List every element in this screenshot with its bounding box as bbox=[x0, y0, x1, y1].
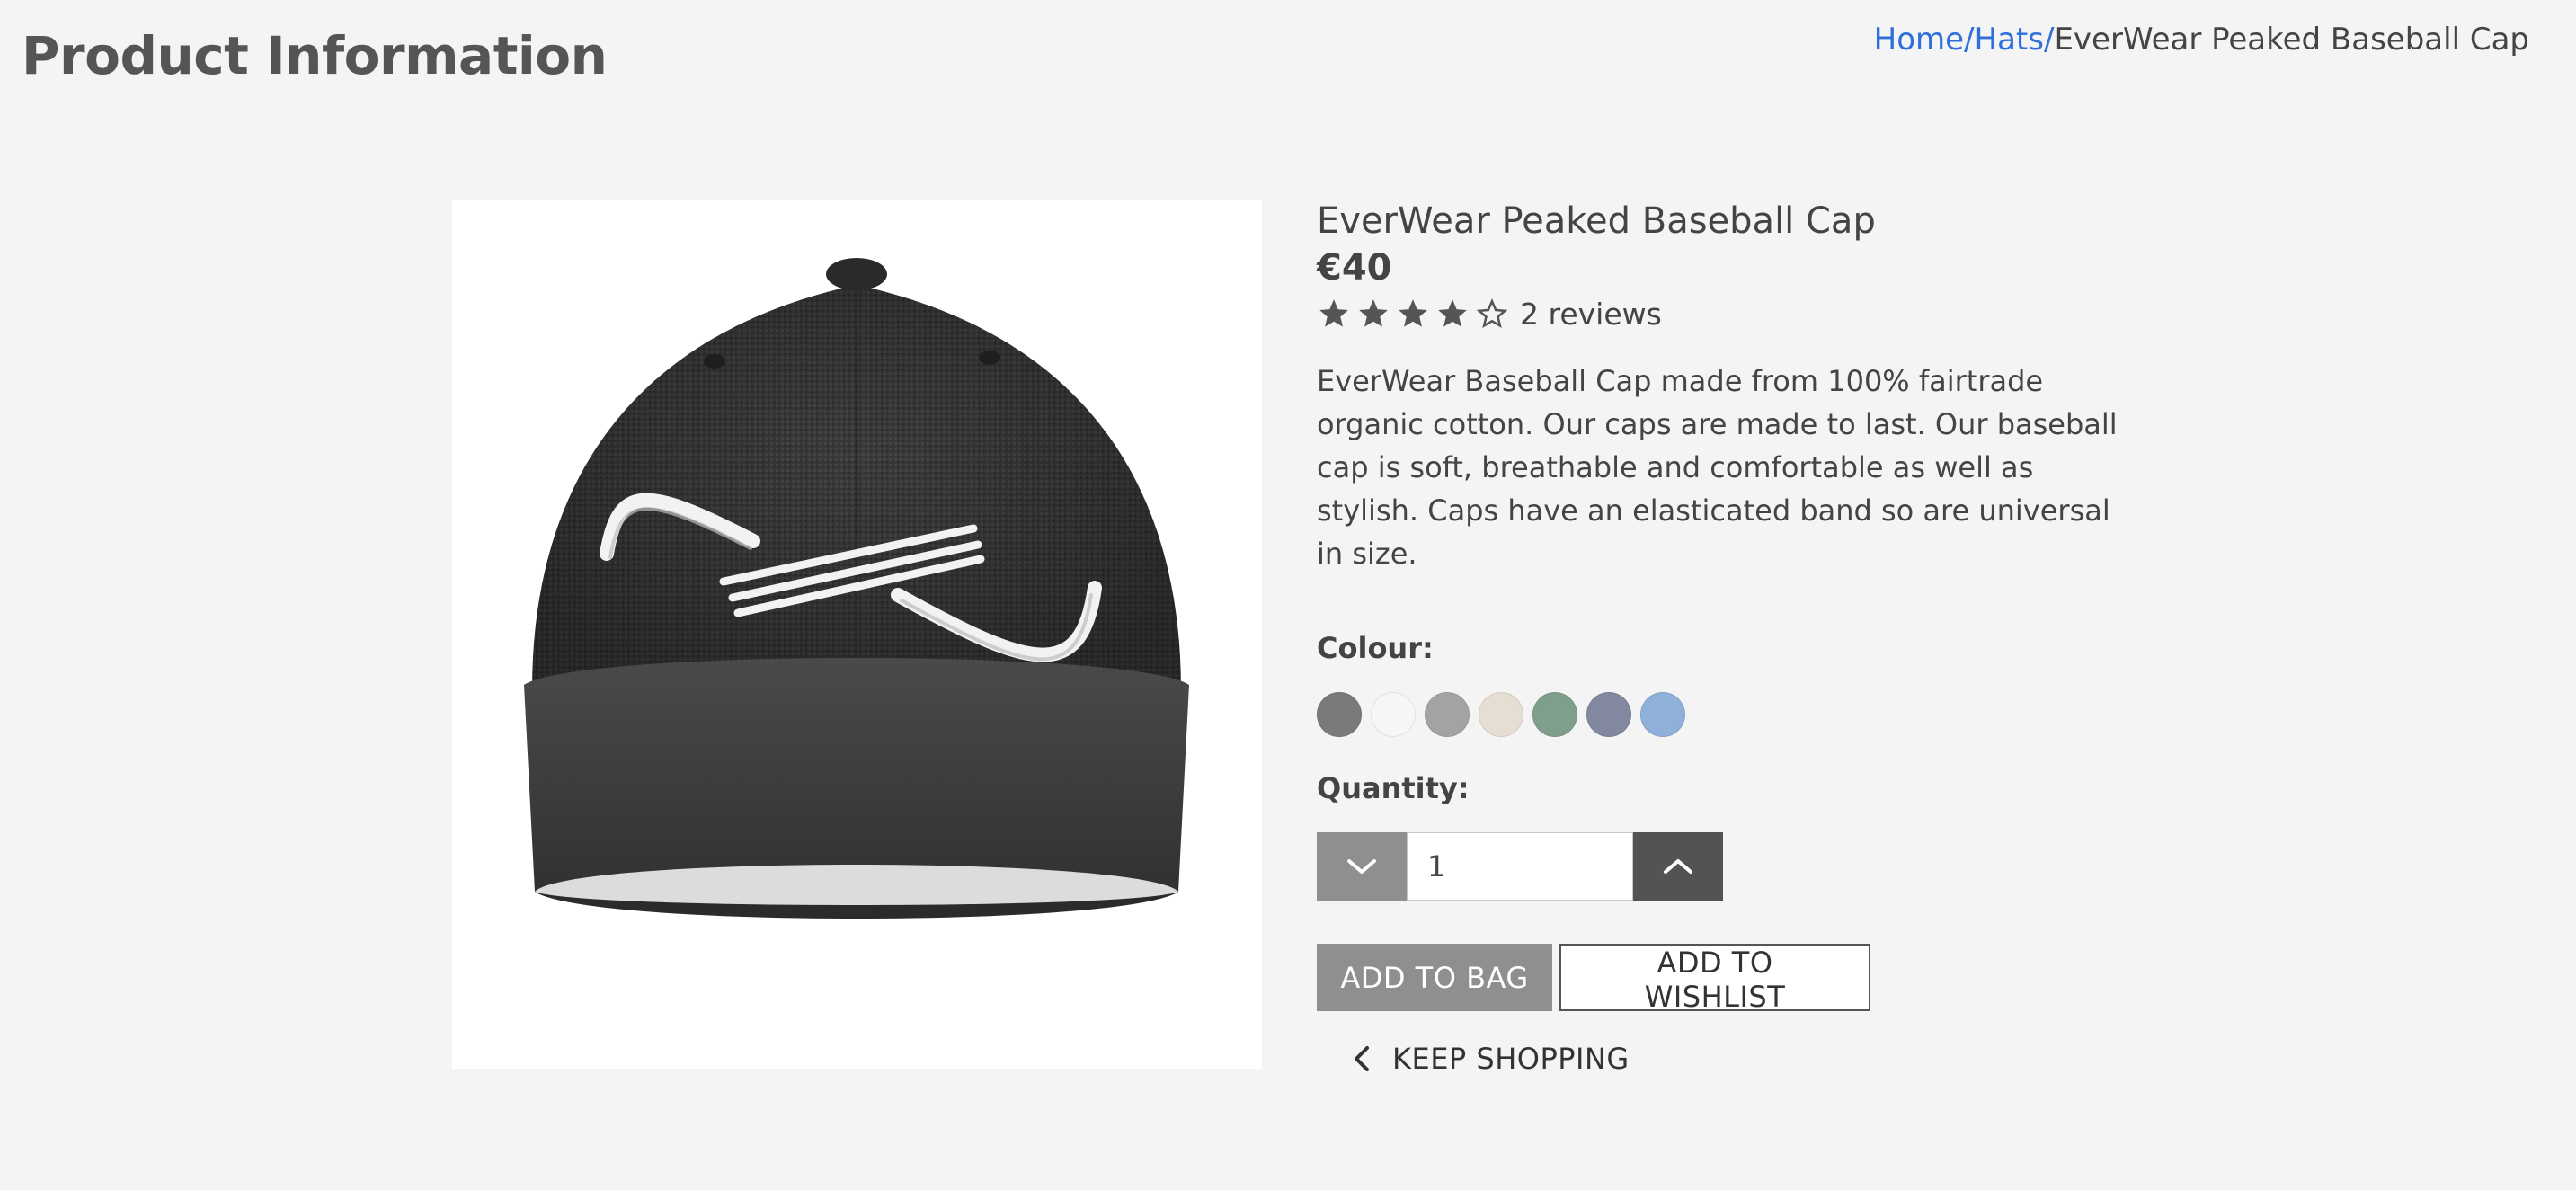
product-actions: ADD TO BAG ADD TO WISHLIST bbox=[1317, 944, 2144, 1014]
colour-swatch-white[interactable] bbox=[1371, 692, 1416, 737]
star-filled-icon bbox=[1319, 299, 1348, 327]
star-filled-icon bbox=[1399, 299, 1427, 327]
star-filled-icon bbox=[1359, 299, 1388, 327]
breadcrumb-home-link[interactable]: Home bbox=[1874, 22, 1964, 58]
quantity-input[interactable] bbox=[1407, 832, 1633, 901]
breadcrumb-separator: / bbox=[2043, 22, 2055, 58]
product-description: EverWear Baseball Cap made from 100% fai… bbox=[1317, 364, 2118, 571]
page-title: Product Information bbox=[22, 25, 608, 86]
star-filled-icon bbox=[1438, 299, 1467, 327]
breadcrumb-hats-link[interactable]: Hats bbox=[1975, 22, 2044, 58]
product-price: €40 bbox=[1317, 247, 1392, 289]
product-image bbox=[452, 200, 1262, 1069]
add-to-bag-button[interactable]: ADD TO BAG bbox=[1317, 944, 1552, 1011]
add-to-wishlist-button[interactable]: ADD TO WISHLIST bbox=[1559, 944, 1870, 1014]
colour-label: Colour: bbox=[1317, 631, 1434, 665]
colour-swatch-beige[interactable] bbox=[1479, 692, 1523, 737]
breadcrumb-current: EverWear Peaked Baseball Cap bbox=[2054, 22, 2529, 58]
keep-shopping-label: KEEP SHOPPING bbox=[1392, 1042, 1630, 1076]
colour-swatch-dark-grey[interactable] bbox=[1317, 692, 1362, 737]
product-details: EverWear Peaked Baseball Cap €40 2 revie… bbox=[1317, 200, 2144, 1076]
colour-swatch-green[interactable] bbox=[1532, 692, 1577, 737]
breadcrumb: Home / Hats / EverWear Peaked Baseball C… bbox=[1874, 22, 2529, 58]
quantity-increment-button[interactable] bbox=[1633, 832, 1723, 901]
chevron-down-icon bbox=[1347, 859, 1376, 874]
breadcrumb-separator: / bbox=[1964, 22, 1975, 58]
baseball-cap-image bbox=[524, 258, 1189, 919]
colour-swatch-grey[interactable] bbox=[1425, 692, 1470, 737]
colour-swatches bbox=[1317, 692, 2144, 737]
colour-swatch-blue[interactable] bbox=[1640, 692, 1685, 737]
reviews-count[interactable]: 2 reviews bbox=[1520, 297, 1662, 332]
star-outline-icon bbox=[1476, 298, 1508, 329]
quantity-decrement-button[interactable] bbox=[1317, 832, 1407, 901]
quantity-stepper bbox=[1317, 832, 2144, 901]
chevron-up-icon bbox=[1664, 859, 1692, 874]
product-name: EverWear Peaked Baseball Cap bbox=[1317, 200, 1876, 242]
keep-shopping-link[interactable]: KEEP SHOPPING bbox=[1349, 1042, 2144, 1076]
quantity-label: Quantity: bbox=[1317, 771, 1470, 805]
product-rating: 2 reviews bbox=[1317, 291, 2144, 336]
chevron-left-icon bbox=[1355, 1046, 1369, 1071]
colour-swatch-slate[interactable] bbox=[1586, 692, 1631, 737]
